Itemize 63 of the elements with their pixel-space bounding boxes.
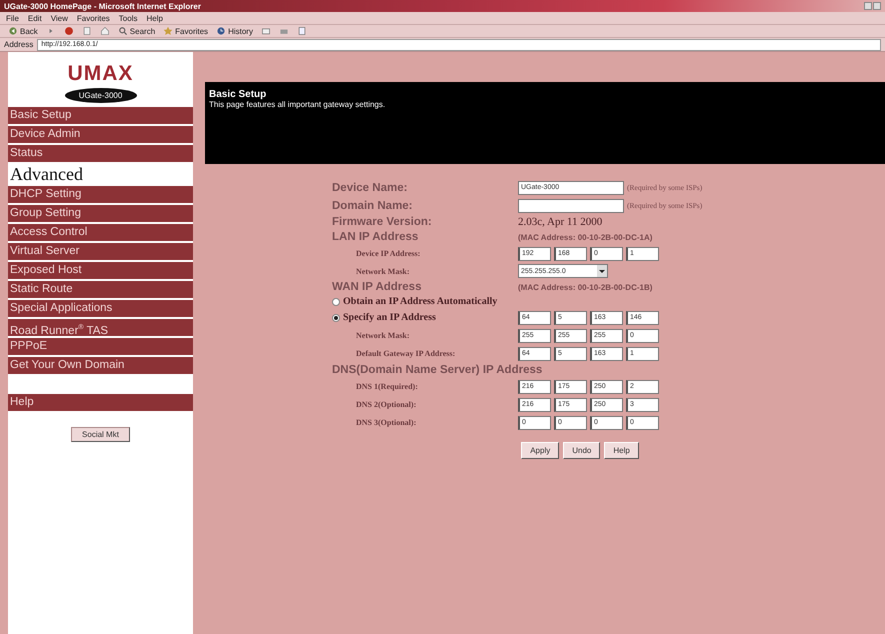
field-label: DNS 2(Optional): [355,400,418,409]
field-label: Default Gateway IP Address: [355,349,456,358]
mac-address: (MAC Address: 00-10-2B-00-DC-1B) [518,282,654,292]
menu-item[interactable]: File [6,14,19,22]
menu-item[interactable]: Favorites [76,14,110,22]
field-label: DNS 3(Optional): [355,418,418,427]
field-label: DNS 1(Required): [355,382,419,391]
section-heading: LAN IP Address [332,231,420,243]
history-icon [216,26,226,36]
field-label: Network Mask: [355,331,411,340]
mac-address: (MAC Address: 00-10-2B-00-DC-1A) [518,232,654,242]
sidebar-button[interactable]: Social Mkt [71,427,130,442]
radio-option[interactable]: Obtain an IP Address Automatically [332,296,885,307]
window-title: UGate-3000 HomePage - Microsoft Internet Explorer [4,2,202,10]
page-title: Basic Setup [209,89,268,100]
menu-heading: Advanced [9,164,84,184]
help-link[interactable]: Help [8,394,193,411]
menu-item[interactable]: Tools [118,14,138,22]
page-subtitle: This page features all important gateway settings. [209,100,386,109]
nav-link[interactable]: Special Applications [8,300,193,317]
search-button[interactable]: Search [116,26,158,36]
nav-link[interactable]: Get Your Own Domain [8,357,193,374]
radio-button[interactable] [332,314,340,322]
field-label: Device IP Address: [355,249,422,258]
menu-item[interactable]: View [50,14,68,22]
section-heading: DNS(Domain Name Server) IP Address [332,364,544,376]
nav-link[interactable]: Exposed Host [8,262,193,279]
text-field[interactable] [518,198,624,212]
favorites-button[interactable]: Favorites [161,26,210,36]
firmware-value: 2.03c, Apr 11 2000 [518,216,604,228]
favorites-icon [163,26,174,36]
nav-link[interactable]: PPPoE [8,338,193,355]
field-label: Network Mask: [355,266,411,276]
nav-link[interactable]: Static Route [8,281,193,298]
maximize-button[interactable] [873,2,881,10]
umax-logo: UMAX [66,62,134,86]
menu-item[interactable]: Help [146,14,163,22]
field-label: Domain Name: [332,200,414,212]
nav-link[interactable]: Road Runner$^{®}$ TAS [8,319,193,336]
form-button[interactable]: Apply [521,442,560,459]
nav-link[interactable]: Virtual Server [8,243,193,260]
field-label: Firmware Version: [332,216,433,228]
search-icon [118,26,128,36]
nav-link[interactable]: Basic Setup [8,107,193,124]
stop-icon [64,26,74,36]
form-button[interactable]: Help [604,442,639,459]
address-label: Address [4,40,34,49]
field-label: Device Name: [332,182,408,194]
form-button[interactable]: Undo [563,442,600,459]
back-button[interactable]: Back [6,26,40,36]
menu-item[interactable]: Edit [28,14,42,22]
minimize-button[interactable] [864,2,872,10]
back-icon [8,26,18,36]
nav-link[interactable]: Device Admin [8,126,193,143]
radio-button[interactable] [332,298,340,306]
model-badge: UGate-3000 [64,88,136,103]
nav-link[interactable]: Access Control [8,224,193,241]
radio-option[interactable]: Specify an IP Address [332,312,518,323]
nav-link[interactable]: Group Setting [8,205,193,222]
nav-link[interactable]: Status [8,145,193,162]
nav-link[interactable]: DHCP Setting [8,186,193,203]
history-button[interactable]: History [214,26,255,36]
section-heading: WAN IP Address [332,281,422,293]
